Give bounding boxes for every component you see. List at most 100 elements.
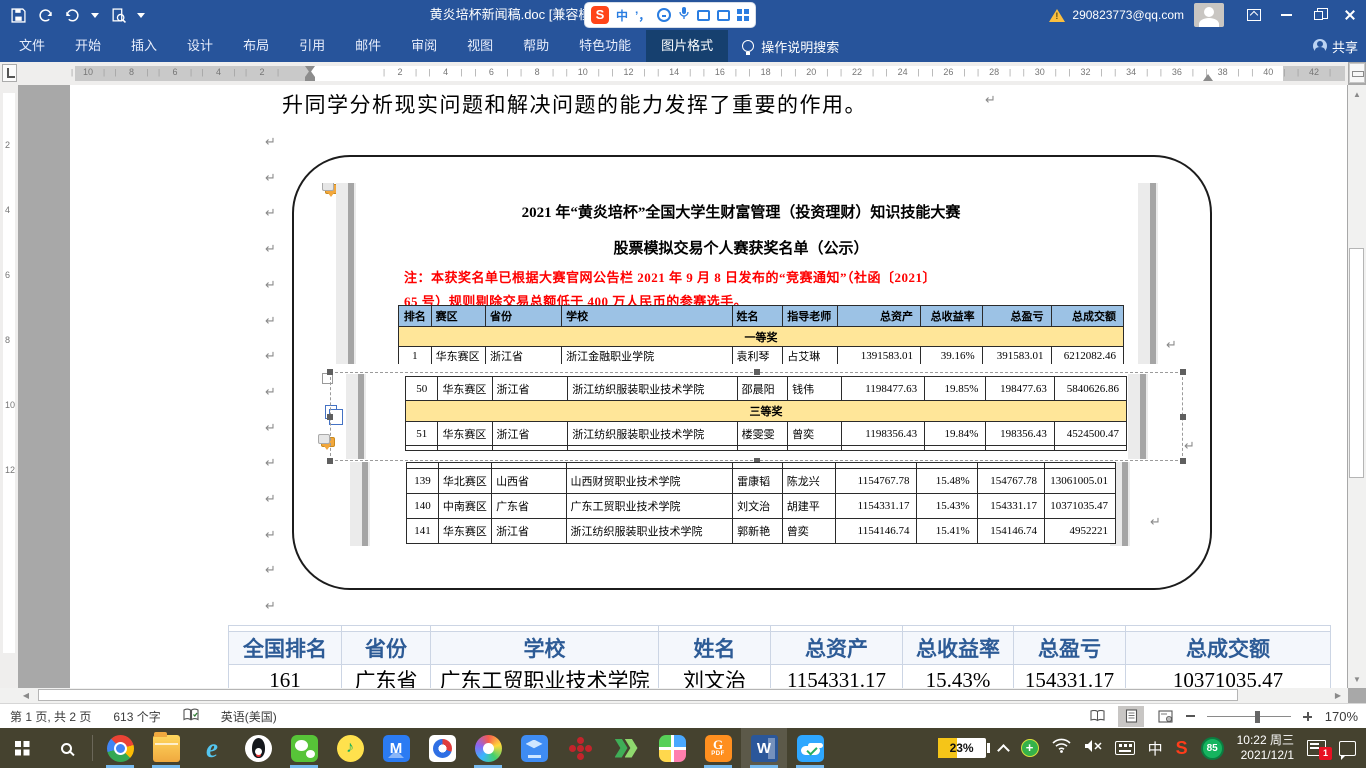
page[interactable]: 升同学分析现实问题和解决问题的能力发挥了重要的作用。 2021 年“黄炎培杯”全… <box>70 85 1347 688</box>
selection-handle[interactable] <box>1180 369 1186 375</box>
vertical-ruler[interactable]: 24681012 <box>0 85 18 688</box>
page-indicator[interactable]: 第 1 页, 共 2 页 <box>10 708 91 725</box>
left-indent-marker[interactable] <box>305 77 315 81</box>
zoom-in-button[interactable] <box>1303 712 1312 721</box>
taskbar-internet-explorer[interactable]: e <box>189 728 235 768</box>
ime-language-indicator[interactable]: 中 <box>1148 738 1163 759</box>
sogou-tray-icon[interactable]: S <box>1176 738 1188 759</box>
tab-引用[interactable]: 引用 <box>284 30 340 62</box>
tab-文件[interactable]: 文件 <box>4 30 60 62</box>
web-layout-button[interactable] <box>1152 706 1178 727</box>
national-ranking-table[interactable]: 全国排名省份学校姓名总资产总收益率总盈亏总成交额161广东省广东工贸职业技术学院… <box>228 625 1331 688</box>
mic-icon[interactable] <box>678 6 690 25</box>
right-indent-marker[interactable] <box>1203 74 1213 81</box>
selection-handle[interactable] <box>327 369 333 375</box>
sogou-ime-bar[interactable]: S 中 ’， <box>585 3 755 27</box>
body-paragraph[interactable]: 升同学分析现实问题和解决问题的能力发挥了重要的作用。 <box>282 89 867 119</box>
taskbar-wechat[interactable] <box>281 728 327 768</box>
selection-handle[interactable] <box>327 458 333 464</box>
health-score-icon[interactable]: 85 <box>1201 737 1224 760</box>
vertical-scrollbar-thumb[interactable] <box>1349 248 1364 478</box>
selection-handle[interactable] <box>1180 414 1186 420</box>
ime-punctuation[interactable]: ’， <box>635 7 650 24</box>
print-preview-icon[interactable] <box>110 7 126 23</box>
notification-icon[interactable]: 1 <box>1307 740 1326 756</box>
touch-keyboard-icon[interactable] <box>1115 741 1135 755</box>
tab-邮件[interactable]: 邮件 <box>340 30 396 62</box>
scroll-left-icon[interactable]: ◀ <box>18 688 34 703</box>
print-layout-button[interactable] <box>1118 706 1144 727</box>
tab-特色功能[interactable]: 特色功能 <box>564 30 646 62</box>
taskbar-search-button[interactable] <box>44 728 88 768</box>
taskbar-badge-app[interactable] <box>511 728 557 768</box>
wifi-icon[interactable] <box>1052 738 1071 758</box>
tab-开始[interactable]: 开始 <box>60 30 116 62</box>
selection-border[interactable] <box>330 372 1183 461</box>
restore-button[interactable] <box>1302 0 1334 30</box>
start-button[interactable] <box>0 728 44 768</box>
ruler-toggle-button[interactable] <box>1349 63 1365 83</box>
horizontal-scrollbar-thumb[interactable] <box>38 689 1238 701</box>
taskbar-qq[interactable] <box>235 728 281 768</box>
word-count[interactable]: 613 个字 <box>113 708 160 725</box>
tab-图片格式[interactable]: 图片格式 <box>646 30 728 62</box>
share-button[interactable]: 共享 <box>1313 30 1358 62</box>
zoom-level[interactable]: 170% <box>1320 709 1358 724</box>
sogou-logo-icon[interactable]: S <box>591 6 609 24</box>
award-list-image-1[interactable]: 2021 年“黄炎培杯”全国大学生财富管理（投资理财）知识技能大赛 股票模拟交易… <box>320 183 1162 364</box>
keyboard-icon[interactable] <box>697 10 710 21</box>
avatar[interactable] <box>1194 3 1224 27</box>
taskbar-knot-app[interactable] <box>419 728 465 768</box>
minimize-button[interactable] <box>1270 0 1302 30</box>
selection-handle[interactable] <box>1180 458 1186 464</box>
taskbar-flower-app[interactable] <box>557 728 603 768</box>
customize-qat-icon[interactable] <box>137 13 145 18</box>
clock[interactable]: 10:22 周三 2021/12/1 <box>1237 733 1294 763</box>
taskbar-arrows-app[interactable] <box>603 728 649 768</box>
volume-muted-icon[interactable] <box>1084 739 1102 758</box>
taskbar-word[interactable]: W <box>741 728 787 768</box>
taskbar-qq-music[interactable]: ♪ <box>327 728 373 768</box>
tab-布局[interactable]: 布局 <box>228 30 284 62</box>
warning-icon[interactable] <box>1049 9 1065 22</box>
account-email[interactable]: 290823773@qq.com <box>1072 8 1184 22</box>
read-mode-button[interactable] <box>1084 706 1110 727</box>
taskbar-cloud-drive[interactable] <box>787 728 833 768</box>
taskbar-meeting-app[interactable]: M <box>373 728 419 768</box>
tab-插入[interactable]: 插入 <box>116 30 172 62</box>
hanging-indent-marker[interactable] <box>305 70 315 77</box>
horizontal-ruler[interactable]: 10||8||6||4||2||2||4||6||8||10||12||14||… <box>75 66 1345 81</box>
undo-dropdown-icon[interactable] <box>91 13 99 18</box>
ribbon-display-options-button[interactable] <box>1238 0 1270 30</box>
emoji-icon[interactable] <box>657 8 671 22</box>
taskbar-file-explorer[interactable] <box>143 728 189 768</box>
scroll-right-icon[interactable]: ▶ <box>1330 688 1346 703</box>
taskbar-pdf-app[interactable]: GPDF <box>695 728 741 768</box>
scroll-down-icon[interactable]: ▼ <box>1348 672 1366 687</box>
taskbar-rainbow-browser[interactable] <box>465 728 511 768</box>
selection-handle[interactable] <box>754 369 760 375</box>
battery-indicator[interactable]: 23% <box>938 738 986 758</box>
vertical-scrollbar[interactable]: ▲ ▼ <box>1348 85 1366 688</box>
taskbar-clover-app[interactable] <box>649 728 695 768</box>
scroll-up-icon[interactable]: ▲ <box>1348 87 1366 102</box>
close-button[interactable] <box>1334 0 1366 30</box>
zoom-slider-thumb[interactable] <box>1255 711 1260 723</box>
more-tools-icon[interactable] <box>737 9 749 21</box>
spellcheck-icon[interactable] <box>183 708 199 725</box>
tab-帮助[interactable]: 帮助 <box>508 30 564 62</box>
ime-mode-chinese[interactable]: 中 <box>616 7 628 24</box>
redo-icon[interactable] <box>37 7 53 23</box>
zoom-out-button[interactable] <box>1186 715 1195 717</box>
action-center-icon[interactable] <box>1339 741 1356 756</box>
green-plus-icon[interactable]: + <box>1021 739 1039 757</box>
save-icon[interactable] <box>10 7 26 23</box>
horizontal-scrollbar[interactable]: ◀ ▶ <box>0 688 1348 703</box>
tell-me-search[interactable]: 操作说明搜索 <box>742 30 839 62</box>
tab-视图[interactable]: 视图 <box>452 30 508 62</box>
language-indicator[interactable]: 英语(美国) <box>221 708 277 725</box>
tray-expand-icon[interactable] <box>997 744 1010 757</box>
tab-设计[interactable]: 设计 <box>172 30 228 62</box>
taskbar-chrome-browser[interactable] <box>97 728 143 768</box>
award-list-image-3[interactable]: 139华北赛区山西省山西财贸职业技术学院雷康韬陈龙兴1154767.7815.4… <box>338 462 1148 546</box>
